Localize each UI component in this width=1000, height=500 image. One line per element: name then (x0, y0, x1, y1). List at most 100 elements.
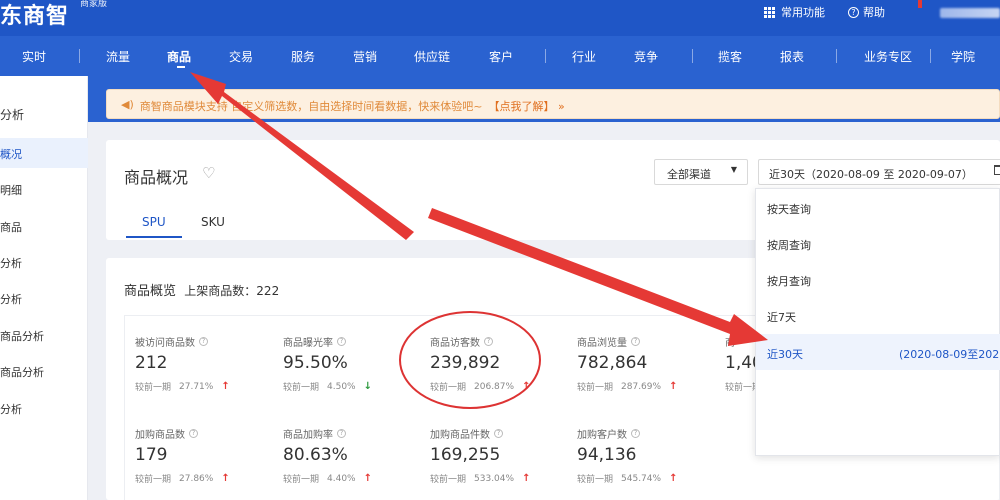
question-icon[interactable]: ? (189, 429, 198, 438)
sidebar-item-analysis[interactable]: 分析 (0, 401, 88, 417)
nav-divider (930, 49, 931, 63)
nav-item-marketing[interactable]: 营销 (353, 48, 377, 65)
metric-tile[interactable]: 加购商品件数? 169,255 较前一期 533.04% ↑ (420, 408, 568, 498)
compare-label: 较前一期 (577, 383, 614, 393)
metric-label: 商品浏览量 (577, 338, 627, 349)
metric-change: 4.50% (327, 381, 356, 392)
compare-label: 较前一期 (283, 383, 320, 393)
notification-dot (918, 0, 922, 8)
nav-divider (79, 49, 80, 63)
dropdown-option-label: 近30天 (767, 348, 803, 361)
sidebar: 分析 概况 明细 商品 分析 分析 商品分析 商品分析 分析 (0, 76, 88, 500)
page-title: 商品概况 (124, 168, 189, 187)
speaker-icon: ◀) (121, 98, 134, 111)
question-icon[interactable]: ? (484, 337, 493, 346)
metric-value: 95.50% (283, 353, 348, 373)
nav-item-supply-chain[interactable]: 供应链 (414, 48, 450, 65)
nav-item-products[interactable]: 商品 (167, 48, 191, 65)
sidebar-item-analysis[interactable]: 分析 (0, 291, 88, 307)
question-icon[interactable]: ? (199, 337, 208, 346)
metric-value: 1,40 (725, 353, 755, 373)
notice-text: 商智商品模块支持 自定义筛选数，自由选择时间看数据，快来体验吧~ (139, 100, 483, 113)
heart-icon[interactable]: ♡ (202, 164, 215, 182)
metric-label: 商品曝光率 (283, 338, 333, 349)
nav-item-trade[interactable]: 交易 (229, 48, 253, 65)
nav-item-customer-acquisition[interactable]: 揽客 (718, 48, 742, 65)
metric-value: 782,864 (577, 353, 648, 373)
calendar-icon[interactable] (994, 165, 1000, 175)
nav-divider (836, 49, 837, 63)
channel-select-value: 全部渠道 (667, 168, 711, 181)
metric-change: 27.86% (179, 473, 214, 484)
question-icon[interactable]: ? (337, 337, 346, 346)
common-functions-label: 常用功能 (781, 6, 825, 19)
arrow-up-icon: ↑ (522, 473, 531, 484)
metric-value: 212 (135, 353, 168, 373)
compare-label: 较前一期 (430, 383, 467, 393)
sidebar-item-detail[interactable]: 明细 (0, 182, 88, 198)
nav-item-traffic[interactable]: 流量 (106, 48, 130, 65)
help-label: 帮助 (863, 6, 885, 19)
metric-tile[interactable]: 加购商品数? 179 较前一期 27.86% ↑ (125, 408, 273, 498)
metrics-title-text: 商品概览 (124, 284, 177, 299)
dropdown-option-7-days[interactable]: 近7天 (756, 297, 1000, 327)
dropdown-option-monthly[interactable]: 按月查询 (756, 261, 1000, 291)
account-name-blurred[interactable] (940, 8, 1000, 18)
nav-item-customers[interactable]: 客户 (489, 48, 513, 65)
nav-item-service[interactable]: 服务 (291, 48, 315, 65)
metric-tile[interactable]: 商品浏览量? 782,864 较前一期 287.69% ↑ (567, 316, 715, 406)
nav-item-reports[interactable]: 报表 (780, 48, 804, 65)
metric-tile[interactable]: 加购客户数? 94,136 较前一期 545.74% ↑ (567, 408, 715, 498)
notice-learn-more-link[interactable]: 【点我了解】 » (488, 98, 564, 118)
metric-tile[interactable]: 商品加购率? 80.63% 较前一期 4.40% ↑ (273, 408, 421, 498)
nav-item-industry[interactable]: 行业 (572, 48, 596, 65)
dropdown-option-30-days[interactable]: 近30天 (2020-08-09至2020-0 (756, 334, 1000, 370)
sidebar-item-products[interactable]: 商品 (0, 219, 88, 235)
dropdown-option-weekly[interactable]: 按周查询 (756, 225, 1000, 255)
metric-label: 商品访客数 (430, 338, 480, 349)
dropdown-option-daily[interactable]: 按天查询 (756, 189, 1000, 219)
nav-item-realtime[interactable]: 实时 (22, 48, 46, 65)
nav-item-business-zone[interactable]: 业务专区 (864, 48, 912, 65)
metric-change: 545.74% (621, 473, 662, 484)
question-icon[interactable]: ? (631, 429, 640, 438)
metric-tile[interactable]: 商 1,40 较前一期 (715, 316, 755, 406)
question-icon[interactable]: ? (494, 429, 503, 438)
metric-tile[interactable]: 被访问商品数? 212 较前一期 27.71% ↑ (125, 316, 273, 406)
metric-value: 94,136 (577, 445, 637, 465)
edition-label: 商家版 (80, 0, 108, 9)
question-icon[interactable]: ? (337, 429, 346, 438)
date-mode-dropdown: 按天查询 按周查询 按月查询 近7天 近30天 (2020-08-09至2020… (755, 188, 1000, 456)
nav-divider (692, 49, 693, 63)
metric-value: 80.63% (283, 445, 348, 465)
nav-item-academy[interactable]: 学院 (951, 48, 975, 65)
app-logo[interactable]: 东商智 (0, 0, 69, 30)
sidebar-item-product-analysis[interactable]: 商品分析 (0, 328, 88, 344)
arrow-up-icon: ↑ (221, 473, 230, 484)
metric-tile[interactable]: 商品访客数? 239,892 较前一期 206.87% ↑ (420, 316, 568, 406)
channel-select[interactable]: 全部渠道 ▼ (654, 159, 748, 185)
compare-label: 较前一期 (135, 383, 172, 393)
listed-count-label: 上架商品数： (184, 284, 257, 298)
sidebar-section-header[interactable]: 分析 (0, 106, 88, 123)
common-functions-button[interactable]: 常用功能 (764, 4, 825, 20)
compare-label: 较前一期 (430, 475, 467, 485)
sidebar-item-product-analysis[interactable]: 商品分析 (0, 364, 88, 380)
compare-label: 较前一期 (283, 475, 320, 485)
metric-value: 179 (135, 445, 168, 465)
tab-sku[interactable]: SKU (201, 215, 225, 229)
help-button[interactable]: ? 帮助 (848, 4, 885, 20)
sidebar-item-overview[interactable]: 概况 (0, 138, 88, 168)
nav-item-competition[interactable]: 竞争 (634, 48, 658, 65)
date-range-picker[interactable]: 近30天（2020-08-09 至 2020-09-07） (758, 159, 1000, 185)
metric-label: 加购客户数 (577, 430, 627, 441)
tab-spu[interactable]: SPU (142, 215, 166, 229)
compare-label: 较前一期 (135, 475, 172, 485)
metric-tile[interactable]: 商品曝光率? 95.50% 较前一期 4.50% ↓ (273, 316, 421, 406)
metric-label: 加购商品数 (135, 430, 185, 441)
sidebar-item-analysis[interactable]: 分析 (0, 255, 88, 271)
dropdown-option-range: (2020-08-09至2020-0 (899, 348, 1000, 361)
question-icon[interactable]: ? (631, 337, 640, 346)
tab-active-indicator (126, 236, 182, 238)
main-nav: 实时 流量 商品 交易 服务 营销 供应链 客户 行业 竞争 揽客 报表 业务专… (0, 36, 1000, 76)
